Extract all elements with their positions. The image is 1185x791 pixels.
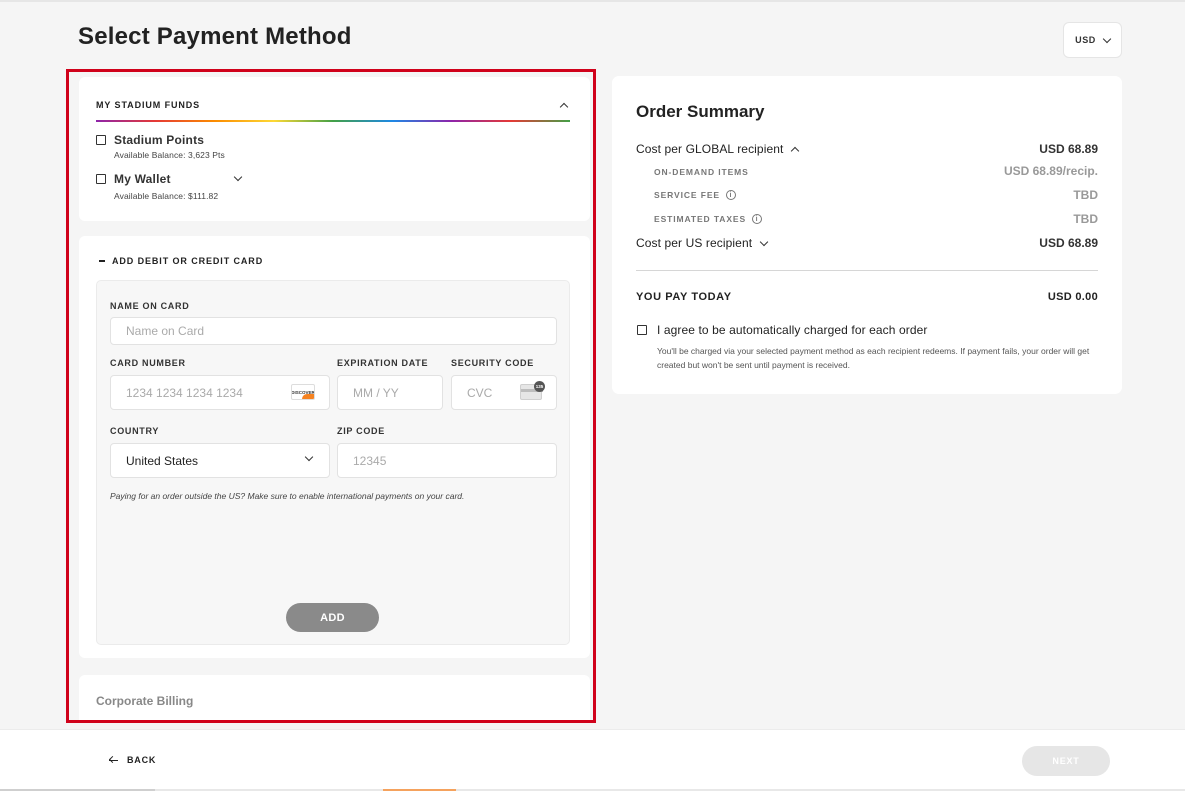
order-summary-title: Order Summary bbox=[636, 102, 765, 121]
chevron-down-icon bbox=[759, 237, 769, 246]
order-summary-panel: Order Summary Cost per GLOBAL recipient … bbox=[612, 76, 1122, 394]
chevron-down-icon bbox=[233, 172, 243, 181]
security-code-label: SECURITY CODE bbox=[451, 358, 534, 368]
on-demand-items-label: ON-DEMAND ITEMS bbox=[654, 167, 749, 177]
country-value: United States bbox=[126, 453, 199, 468]
info-icon[interactable]: i bbox=[725, 190, 736, 200]
global-recipient-cost: USD 68.89 bbox=[1039, 142, 1098, 156]
estimated-taxes-value: TBD bbox=[1073, 212, 1098, 226]
card-form: NAME ON CARD CARD NUMBER DISCOVER EXPIRA… bbox=[96, 280, 570, 645]
discover-card-icon: DISCOVER bbox=[291, 384, 315, 400]
my-wallet-checkbox[interactable] bbox=[96, 174, 106, 184]
card-brand-text: DISCOVER bbox=[291, 389, 315, 395]
country-select[interactable]: United States bbox=[110, 443, 330, 478]
arrow-left-icon bbox=[109, 756, 119, 764]
service-fee-text: SERVICE FEE bbox=[654, 190, 720, 200]
you-pay-today-label: YOU PAY TODAY bbox=[636, 291, 732, 303]
wallet-expand-button[interactable] bbox=[231, 171, 245, 185]
stadium-points-balance: Available Balance: 3,623 Pts bbox=[114, 150, 225, 160]
expiration-date-input[interactable] bbox=[337, 375, 443, 410]
corporate-billing-panel: Corporate Billing bbox=[79, 675, 590, 720]
global-recipient-label: Cost per GLOBAL recipient bbox=[636, 142, 784, 156]
currency-selector[interactable]: USD bbox=[1063, 22, 1122, 58]
estimated-taxes-text: ESTIMATED TAXES bbox=[654, 214, 747, 224]
chevron-up-icon bbox=[791, 146, 800, 155]
my-wallet-label: My Wallet bbox=[114, 172, 171, 186]
card-number-label: CARD NUMBER bbox=[110, 358, 186, 368]
on-demand-items-value: USD 68.89/recip. bbox=[1003, 164, 1098, 178]
service-fee-value: TBD bbox=[1073, 188, 1098, 202]
security-code-field: 135 bbox=[451, 375, 557, 410]
zip-code-input[interactable] bbox=[337, 443, 557, 478]
corporate-billing-option[interactable]: Corporate Billing bbox=[96, 694, 193, 708]
cvc-card-icon: 135 bbox=[520, 381, 545, 400]
us-recipient-label: Cost per US recipient bbox=[636, 236, 753, 250]
name-on-card-label: NAME ON CARD bbox=[110, 301, 190, 311]
footer-bar: BACK NEXT bbox=[0, 729, 1185, 791]
international-payment-note: Paying for an order outside the US? Make… bbox=[110, 491, 465, 501]
my-wallet-balance: Available Balance: $111.82 bbox=[114, 191, 219, 201]
stadium-funds-header: MY STADIUM FUNDS bbox=[96, 100, 201, 110]
page-title: Select Payment Method bbox=[78, 23, 352, 50]
you-pay-today-value: USD 0.00 bbox=[1047, 291, 1098, 303]
info-icon[interactable]: i bbox=[752, 214, 763, 224]
us-recipient-cost: USD 68.89 bbox=[1039, 236, 1098, 250]
currency-label: USD bbox=[1075, 35, 1096, 45]
expiration-date-label: EXPIRATION DATE bbox=[337, 358, 429, 368]
global-recipient-toggle[interactable]: Cost per GLOBAL recipient bbox=[636, 142, 800, 156]
card-panel: ADD DEBIT OR CREDIT CARD NAME ON CARD CA… bbox=[79, 236, 590, 658]
next-button[interactable]: NEXT bbox=[1022, 746, 1110, 776]
name-on-card-input[interactable] bbox=[110, 317, 557, 345]
us-recipient-toggle[interactable]: Cost per US recipient bbox=[636, 236, 769, 250]
card-number-field: DISCOVER bbox=[110, 375, 330, 410]
summary-divider bbox=[636, 270, 1098, 271]
cvc-number: 135 bbox=[534, 381, 545, 392]
top-border bbox=[0, 0, 1185, 2]
service-fee-label: SERVICE FEE i bbox=[654, 190, 736, 200]
payment-methods-section: MY STADIUM FUNDS Stadium Points Availabl… bbox=[66, 69, 596, 723]
chevron-up-icon bbox=[559, 102, 569, 112]
stadium-points-checkbox[interactable] bbox=[96, 135, 106, 145]
back-button[interactable]: BACK bbox=[109, 755, 156, 765]
zip-code-label: ZIP CODE bbox=[337, 426, 385, 436]
stadium-points-label: Stadium Points bbox=[114, 133, 205, 147]
add-card-toggle[interactable]: ADD DEBIT OR CREDIT CARD bbox=[99, 256, 263, 266]
chevron-down-icon bbox=[304, 452, 314, 462]
on-demand-items-text: ON-DEMAND ITEMS bbox=[654, 167, 749, 177]
auto-charge-note: You'll be charged via your selected paym… bbox=[657, 346, 1090, 370]
auto-charge-checkbox[interactable] bbox=[637, 325, 647, 335]
add-card-header: ADD DEBIT OR CREDIT CARD bbox=[112, 256, 264, 266]
collapse-funds-button[interactable] bbox=[557, 101, 571, 113]
add-card-button[interactable]: ADD bbox=[286, 603, 379, 632]
back-label: BACK bbox=[127, 755, 157, 765]
rainbow-divider bbox=[96, 120, 570, 122]
auto-charge-label[interactable]: I agree to be automatically charged for … bbox=[657, 323, 928, 337]
minus-icon bbox=[99, 260, 105, 262]
estimated-taxes-label: ESTIMATED TAXES i bbox=[654, 214, 763, 224]
stadium-funds-panel: MY STADIUM FUNDS Stadium Points Availabl… bbox=[79, 77, 590, 221]
chevron-down-icon bbox=[1102, 34, 1112, 43]
country-label: COUNTRY bbox=[110, 426, 160, 436]
